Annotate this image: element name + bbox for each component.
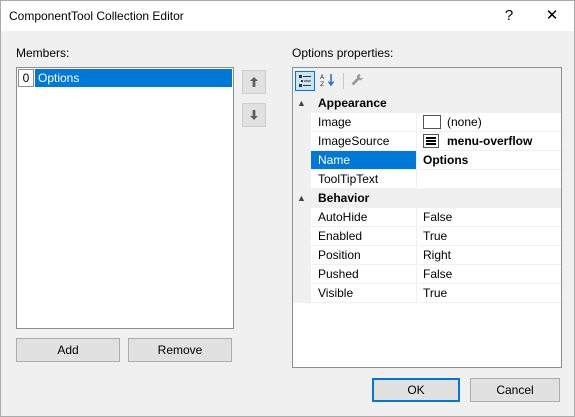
property-pages-button[interactable] <box>347 71 367 91</box>
property-value-name[interactable]: Options <box>419 151 561 170</box>
property-row-autohide[interactable]: AutoHide False <box>293 208 561 227</box>
cancel-button[interactable]: Cancel <box>470 378 560 402</box>
property-name[interactable]: Enabled <box>311 227 417 246</box>
svg-text:Z: Z <box>320 81 324 87</box>
category-behavior[interactable]: ▲ Behavior <box>293 189 561 208</box>
alphabetical-icon: A Z <box>320 74 335 88</box>
ok-button[interactable]: OK <box>372 378 460 402</box>
categorized-icon <box>299 75 311 87</box>
toolbar-separator <box>343 73 344 89</box>
list-item-label[interactable]: Options <box>35 69 232 87</box>
list-item[interactable]: 0 Options <box>18 69 232 87</box>
property-row-tooltiptext[interactable]: ToolTipText <box>293 170 561 189</box>
property-value-text: menu-overflow <box>447 134 533 148</box>
property-value-tooltiptext[interactable] <box>419 170 561 189</box>
row-gutter <box>293 284 311 303</box>
members-label: Members: <box>16 46 70 60</box>
property-name[interactable]: Position <box>311 246 417 265</box>
property-value-imagesource[interactable]: menu-overflow <box>419 132 561 151</box>
row-gutter <box>293 265 311 284</box>
wrench-icon <box>351 74 363 86</box>
property-value-pushed[interactable]: False <box>419 265 561 284</box>
move-down-button[interactable] <box>242 103 266 127</box>
alphabetical-button[interactable]: A Z <box>318 71 338 91</box>
property-name[interactable]: AutoHide <box>311 208 417 227</box>
property-row-name[interactable]: Name Options <box>293 151 561 170</box>
row-gutter <box>293 170 311 189</box>
property-row-image[interactable]: Image (none) <box>293 113 561 132</box>
property-row-imagesource[interactable]: ImageSource menu-overflow <box>293 132 561 151</box>
collection-editor-dialog: ComponentTool Collection Editor ? ✕ Memb… <box>0 0 575 417</box>
row-gutter <box>293 246 311 265</box>
chevron-up-icon[interactable]: ▲ <box>297 189 306 208</box>
property-row-enabled[interactable]: Enabled True <box>293 227 561 246</box>
property-value-image[interactable]: (none) <box>419 113 561 132</box>
list-item-index: 0 <box>18 69 34 87</box>
property-name[interactable]: ImageSource <box>311 132 417 151</box>
property-value-autohide[interactable]: False <box>419 208 561 227</box>
add-button[interactable]: Add <box>16 338 120 362</box>
categorized-button[interactable] <box>295 71 315 91</box>
property-name[interactable]: ToolTipText <box>311 170 417 189</box>
property-name[interactable]: Visible <box>311 284 417 303</box>
category-appearance[interactable]: ▲ Appearance <box>293 94 561 113</box>
property-grid: A Z ▲ Appearance Image (none) ImageSourc… <box>292 67 562 368</box>
row-gutter <box>293 132 311 151</box>
title-bar: ComponentTool Collection Editor ? ✕ <box>1 1 574 31</box>
property-name[interactable]: Image <box>311 113 417 132</box>
property-value-visible[interactable]: True <box>419 284 561 303</box>
row-gutter <box>293 227 311 246</box>
property-value-text: (none) <box>447 115 482 129</box>
property-value-position[interactable]: Right <box>419 246 561 265</box>
property-value-enabled[interactable]: True <box>419 227 561 246</box>
category-label: Behavior <box>318 191 370 205</box>
arrow-up-icon <box>250 77 258 87</box>
members-list[interactable]: 0 Options <box>16 67 234 329</box>
svg-text:A: A <box>320 74 325 81</box>
property-row-position[interactable]: Position Right <box>293 246 561 265</box>
help-button[interactable]: ? <box>489 1 529 31</box>
property-name[interactable]: Name <box>311 151 417 170</box>
arrow-down-icon <box>250 110 258 120</box>
row-gutter <box>293 208 311 227</box>
property-name[interactable]: Pushed <box>311 265 417 284</box>
menu-overflow-icon <box>423 134 439 148</box>
row-gutter <box>293 151 311 170</box>
property-row-visible[interactable]: Visible True <box>293 284 561 303</box>
window-title: ComponentTool Collection Editor <box>9 9 184 23</box>
close-button[interactable]: ✕ <box>532 1 572 31</box>
move-up-button[interactable] <box>242 70 266 94</box>
properties-label: Options properties: <box>292 46 394 60</box>
category-label: Appearance <box>318 96 387 110</box>
property-row-pushed[interactable]: Pushed False <box>293 265 561 284</box>
chevron-up-icon[interactable]: ▲ <box>297 94 306 113</box>
image-swatch-icon <box>423 115 441 129</box>
row-gutter <box>293 113 311 132</box>
remove-button[interactable]: Remove <box>128 338 232 362</box>
property-grid-toolbar: A Z <box>293 68 561 94</box>
